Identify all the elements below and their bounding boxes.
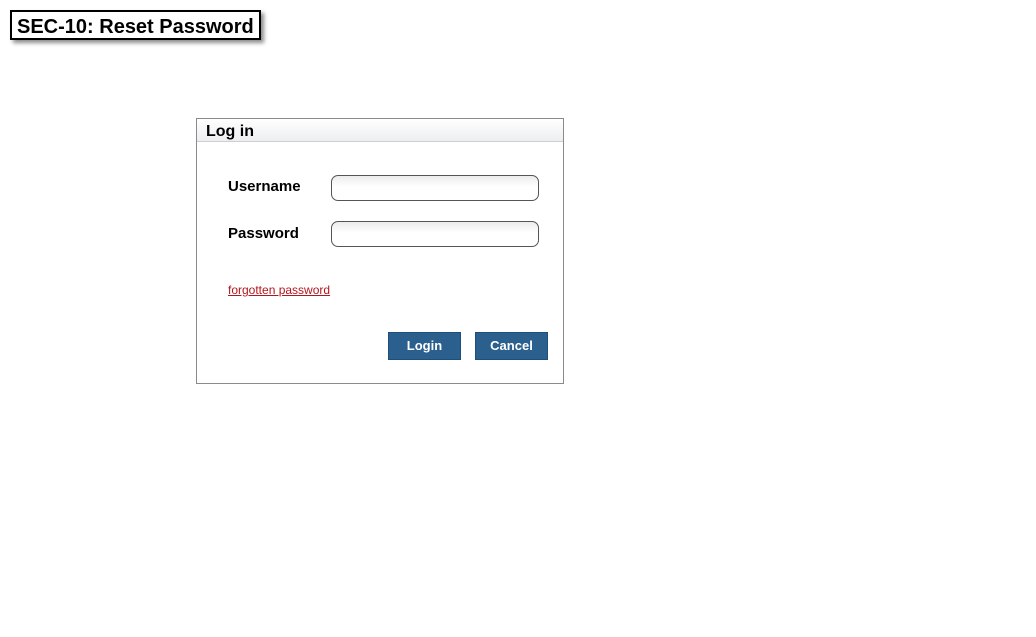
- panel-title: Log in: [206, 123, 254, 140]
- login-button[interactable]: Login: [388, 332, 461, 360]
- forgotten-password-link[interactable]: forgotten password: [228, 283, 330, 297]
- username-label: Username: [228, 178, 301, 195]
- password-input[interactable]: [331, 221, 539, 247]
- login-panel: Log in Username Password forgotten passw…: [196, 118, 564, 384]
- panel-header: Log in: [197, 119, 563, 142]
- cancel-button[interactable]: Cancel: [475, 332, 548, 360]
- password-label: Password: [228, 225, 299, 242]
- username-input[interactable]: [331, 175, 539, 201]
- page-title: SEC-10: Reset Password: [10, 10, 261, 40]
